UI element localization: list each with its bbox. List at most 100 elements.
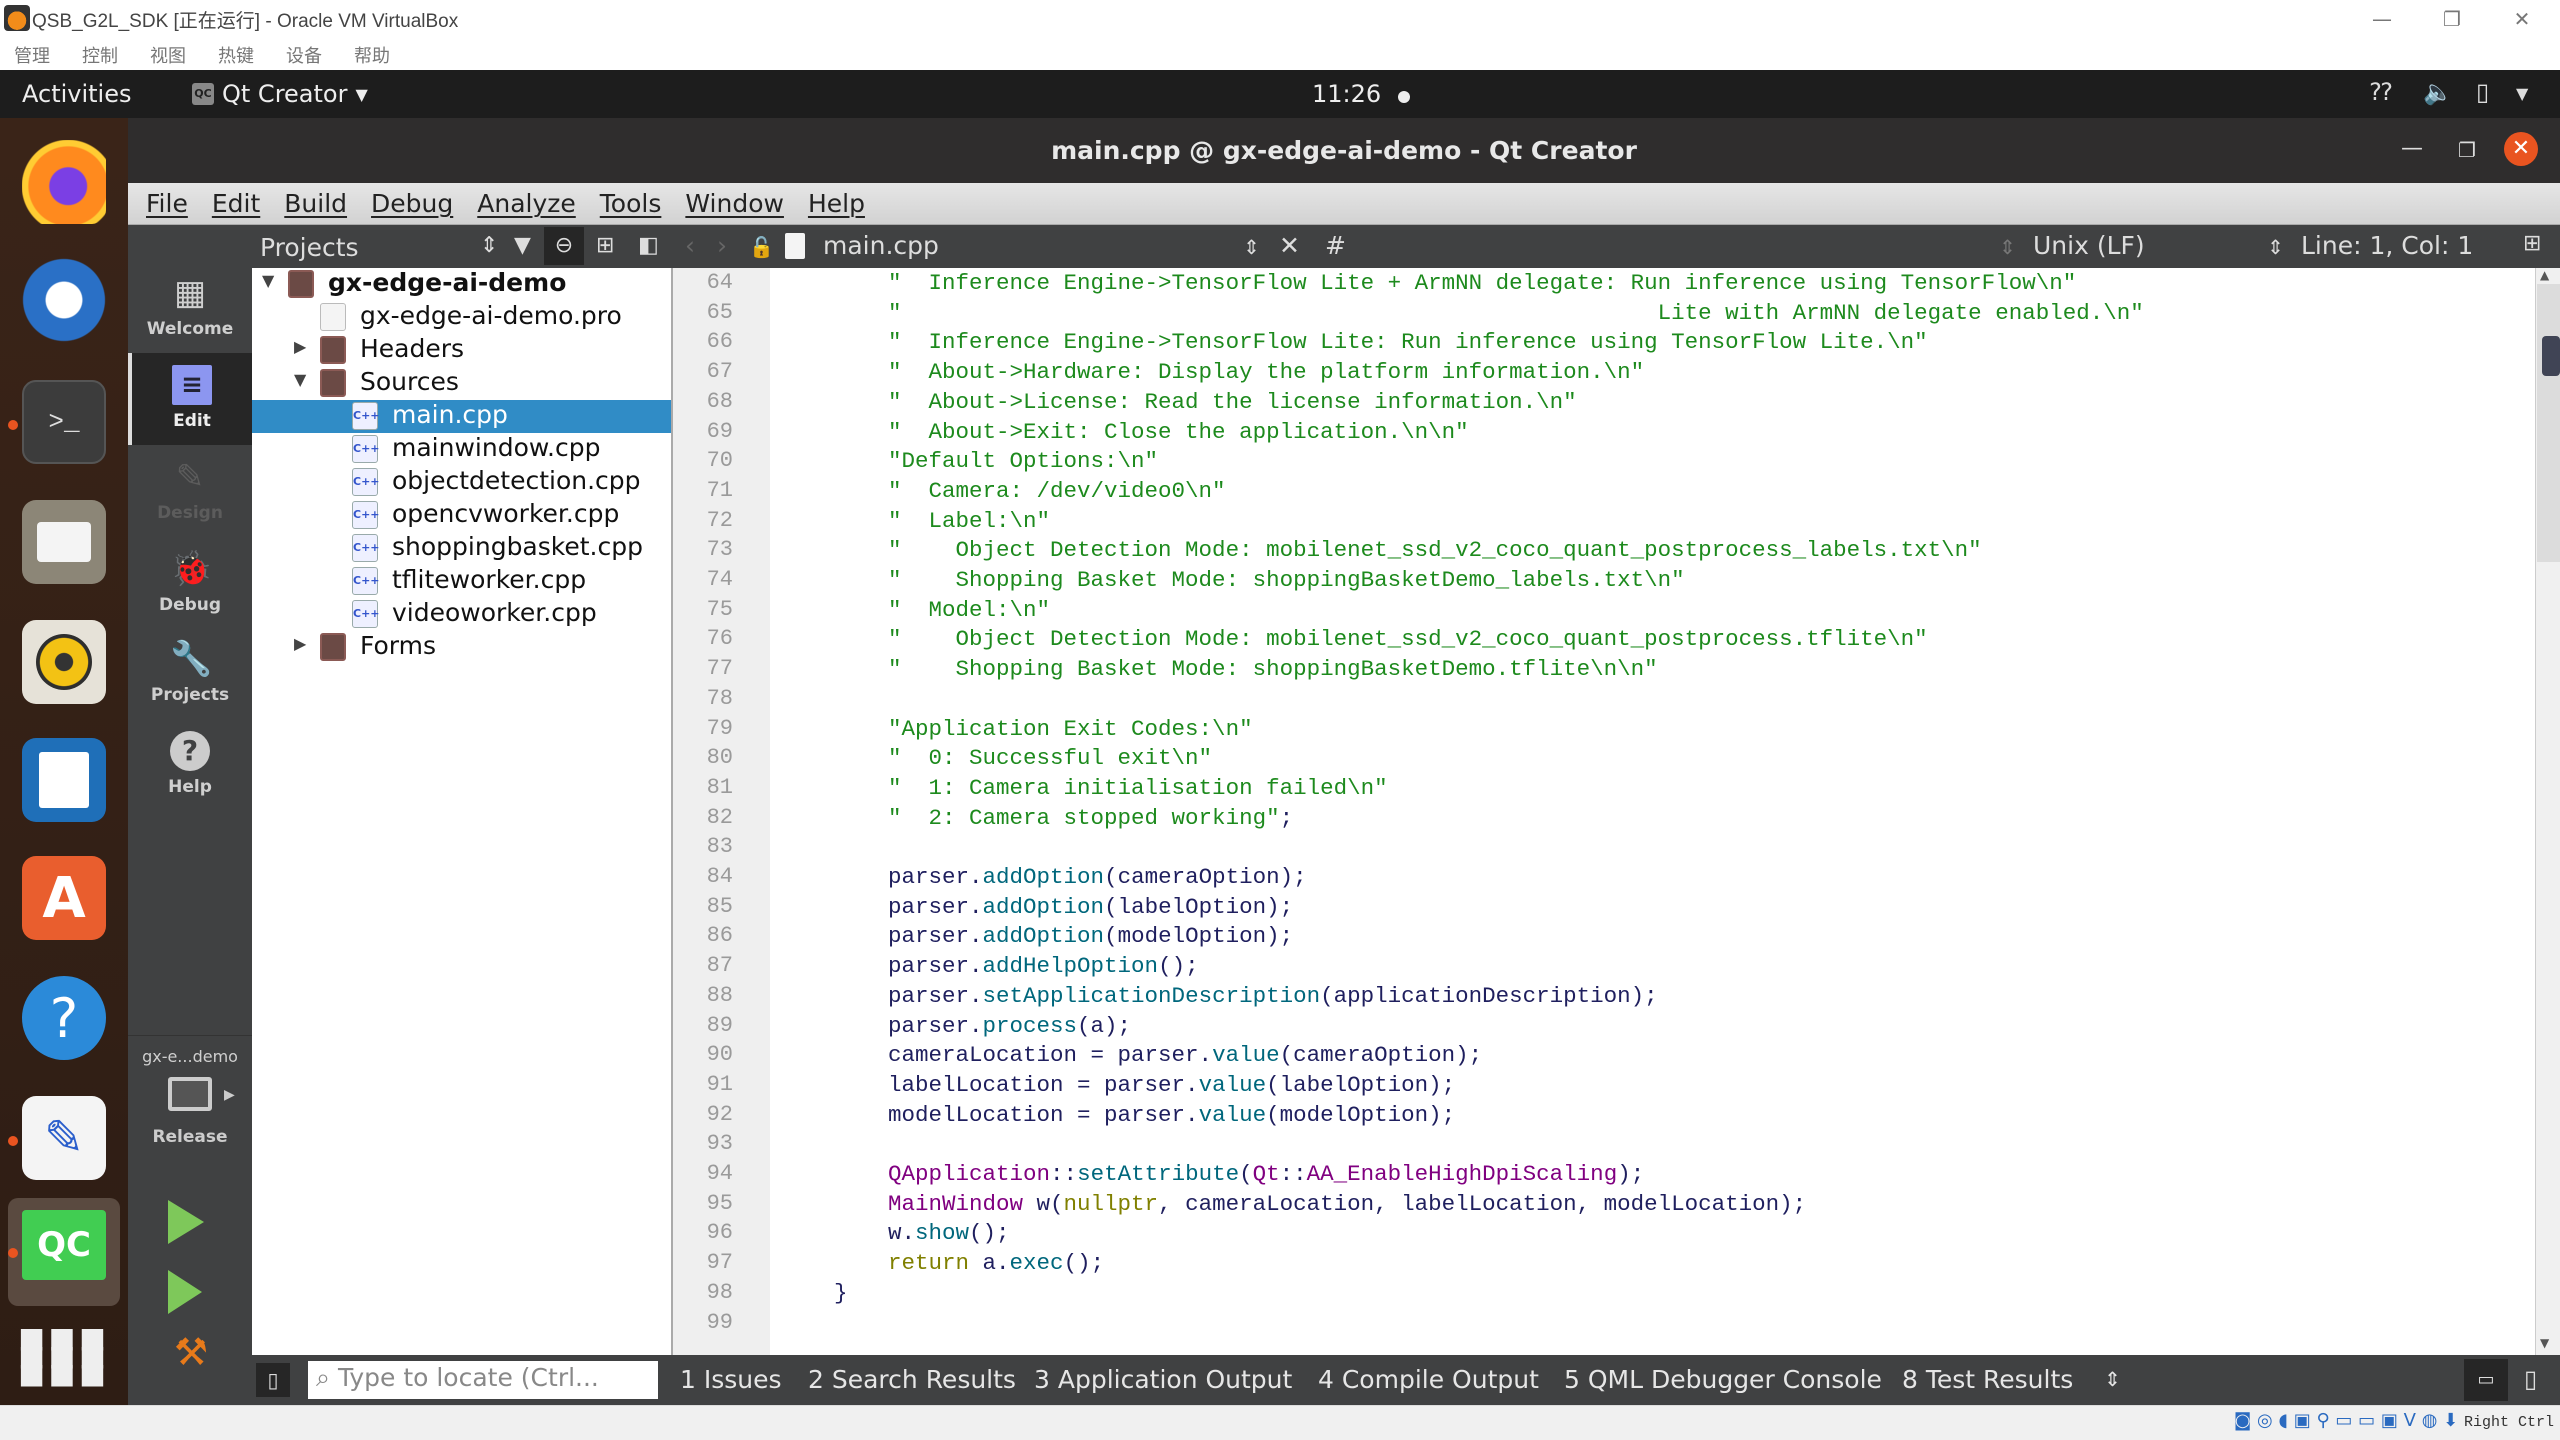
code-line[interactable]: " About->Exit: Close the application.\n\… xyxy=(834,419,1469,445)
files-icon[interactable] xyxy=(22,500,106,584)
tree-item-file[interactable]: C++ objectdetection.cpp xyxy=(252,466,671,499)
host-menu-item[interactable]: 视图 xyxy=(150,38,218,70)
code-line[interactable]: return a.exec(); xyxy=(834,1250,1104,1276)
scroll-down-arrow-icon[interactable]: ▼ xyxy=(2540,1336,2549,1350)
host-menu-item[interactable]: 帮助 xyxy=(354,38,422,70)
cursor-position[interactable]: Line: 1, Col: 1 xyxy=(2301,231,2473,260)
collapse-arrow-icon[interactable]: ▶ xyxy=(294,337,306,356)
code-line[interactable]: } xyxy=(834,1280,848,1306)
filter-icon[interactable]: ▼ xyxy=(514,233,531,258)
tab-search-results[interactable]: 2 Search Results xyxy=(808,1365,1016,1394)
debug-run-button[interactable] xyxy=(168,1270,202,1314)
unlock-icon[interactable]: 🔓 xyxy=(749,235,774,259)
code-line[interactable]: parser.addOption(cameraOption); xyxy=(834,864,1307,890)
close-document-icon[interactable]: ✕ xyxy=(1279,231,1300,260)
tree-item-headers[interactable]: ▶ Headers xyxy=(252,334,671,367)
menu-analyze[interactable]: Analyze xyxy=(477,189,576,218)
guest-additions-icon[interactable]: ◍ xyxy=(2422,1410,2438,1431)
clock[interactable]: 11:26 xyxy=(1312,80,1381,108)
scroll-up-arrow-icon[interactable]: ▲ xyxy=(2540,268,2549,282)
code-line[interactable]: w.show(); xyxy=(834,1220,1010,1246)
sort-arrows-icon[interactable]: ⇕ xyxy=(2267,235,2284,259)
tree-item-project[interactable]: ▼ gx-edge-ai-demo xyxy=(252,268,671,301)
code-line[interactable]: labelLocation = parser.value(labelOption… xyxy=(834,1072,1455,1098)
more-tabs-arrows-icon[interactable]: ⇕ xyxy=(2104,1367,2121,1391)
collapse-arrow-icon[interactable]: ▶ xyxy=(294,634,306,653)
tree-item-file[interactable]: C++ opencvworker.cpp xyxy=(252,499,671,532)
code-line[interactable]: " Object Detection Mode: mobilenet_ssd_v… xyxy=(834,626,1928,652)
code-line[interactable]: " Model:\n" xyxy=(834,597,1050,623)
kit-selector[interactable]: ▶ Release xyxy=(128,1077,252,1177)
code-line[interactable]: " Label:\n" xyxy=(834,508,1050,534)
help-icon[interactable]: ? xyxy=(22,976,106,1060)
menu-help[interactable]: Help xyxy=(808,189,865,218)
build-hammer-button[interactable]: ⚒ xyxy=(174,1330,208,1374)
code-line[interactable]: " Inference Engine->TensorFlow Lite + Ar… xyxy=(834,270,2076,296)
code-line[interactable]: " 2: Camera stopped working"; xyxy=(834,805,1293,831)
mode-help[interactable]: ? Help xyxy=(128,719,252,811)
expand-arrow-icon[interactable]: ▼ xyxy=(294,370,306,389)
menu-debug[interactable]: Debug xyxy=(371,189,453,218)
code-line[interactable]: parser.process(a); xyxy=(834,1013,1131,1039)
terminal-icon[interactable]: >_ xyxy=(22,380,106,464)
code-line[interactable]: parser.addOption(modelOption); xyxy=(834,923,1293,949)
host-menu-item[interactable]: 管理 xyxy=(14,38,82,70)
scrollbar-handle[interactable] xyxy=(2537,284,2560,562)
close-button[interactable]: ✕ xyxy=(2504,132,2538,166)
system-menu-chevron-icon[interactable]: ▼ xyxy=(2516,84,2528,103)
code-line[interactable]: "Application Exit Codes:\n" xyxy=(834,716,1253,742)
mode-edit[interactable]: ≡ Edit xyxy=(128,353,252,445)
show-applications-icon[interactable]: ■■■ ■■■ ■■■ xyxy=(18,1314,106,1398)
host-menu-item[interactable]: 热键 xyxy=(218,38,286,70)
menu-edit[interactable]: Edit xyxy=(212,189,260,218)
sort-arrows-icon[interactable]: ⇕ xyxy=(1243,235,1260,259)
tree-item-file[interactable]: C++ mainwindow.cpp xyxy=(252,433,671,466)
tree-item-sources[interactable]: ▼ Sources xyxy=(252,367,671,400)
split-editor-icon[interactable]: ⊞ xyxy=(2523,231,2541,256)
close-sidebar-icon[interactable]: ◧ xyxy=(638,233,659,258)
split-add-icon[interactable]: ⊞ xyxy=(596,233,614,258)
menu-file[interactable]: File xyxy=(146,189,188,218)
mode-design[interactable]: ✎ Design xyxy=(128,445,252,537)
tab-application-output[interactable]: 3 Application Output xyxy=(1034,1365,1292,1394)
tree-item-file[interactable]: C++ videoworker.cpp xyxy=(252,598,671,631)
menu-tools[interactable]: Tools xyxy=(600,189,662,218)
toggle-sidebar-icon[interactable]: ▯ xyxy=(256,1363,290,1397)
host-restore-button[interactable]: ❐ xyxy=(2430,4,2474,34)
code-line[interactable]: " Shopping Basket Mode: shoppingBasketDe… xyxy=(834,567,1685,593)
link-sync-icon[interactable]: ⊖ xyxy=(544,227,584,265)
recording-icon[interactable]: ▣ xyxy=(2381,1410,2398,1431)
code-line[interactable]: " Object Detection Mode: mobilenet_ssd_v… xyxy=(834,537,1982,563)
symbol-selector[interactable]: # xyxy=(1325,231,1346,260)
tree-item-main-cpp[interactable]: C++ main.cpp xyxy=(252,400,671,433)
vt-x-icon[interactable]: V xyxy=(2404,1410,2416,1431)
code-line[interactable]: MainWindow w(nullptr, cameraLocation, la… xyxy=(834,1191,1806,1217)
libreoffice-writer-icon[interactable] xyxy=(22,738,106,822)
ubuntu-software-icon[interactable]: A xyxy=(22,856,106,940)
qt-creator-dock-icon[interactable]: QC xyxy=(22,1210,106,1280)
code-line[interactable]: cameraLocation = parser.value(cameraOpti… xyxy=(834,1042,1482,1068)
menu-build[interactable]: Build xyxy=(284,189,347,218)
tab-issues[interactable]: 1 Issues xyxy=(680,1365,782,1394)
hard-disk-icon[interactable]: ◙ xyxy=(2234,1410,2251,1431)
code-line[interactable]: " About->License: Read the license infor… xyxy=(834,389,1577,415)
code-line[interactable]: parser.addHelpOption(); xyxy=(834,953,1199,979)
forward-arrow-icon[interactable]: › xyxy=(717,231,727,260)
maximize-output-icon[interactable]: ▭ xyxy=(2464,1359,2508,1401)
code-line[interactable]: QApplication::setAttribute(Qt::AA_Enable… xyxy=(834,1161,1644,1187)
display-icon[interactable]: ▭ xyxy=(2358,1410,2375,1431)
tab-test-results[interactable]: 8 Test Results xyxy=(1902,1365,2073,1394)
toggle-right-sidebar-icon[interactable]: ▯ xyxy=(2524,1365,2537,1393)
activities-button[interactable]: Activities xyxy=(22,80,132,108)
document-selector[interactable]: main.cpp xyxy=(823,231,939,260)
sort-arrows-icon[interactable]: ⇕ xyxy=(480,233,498,258)
host-menu-item[interactable]: 控制 xyxy=(82,38,150,70)
projects-view-selector[interactable]: Projects xyxy=(260,233,359,262)
mode-projects[interactable]: 🔧 Projects xyxy=(128,627,252,719)
text-editor-icon[interactable]: ✎ xyxy=(22,1096,106,1180)
optical-drive-icon[interactable]: ◎ xyxy=(2257,1410,2273,1431)
code-line[interactable]: "Default Options:\n" xyxy=(834,448,1158,474)
vertical-scrollbar[interactable]: ▲ ▼ xyxy=(2535,268,2560,1355)
mode-debug[interactable]: 🐞 Debug xyxy=(128,537,252,629)
code-line[interactable]: " About->Hardware: Display the platform … xyxy=(834,359,1644,385)
